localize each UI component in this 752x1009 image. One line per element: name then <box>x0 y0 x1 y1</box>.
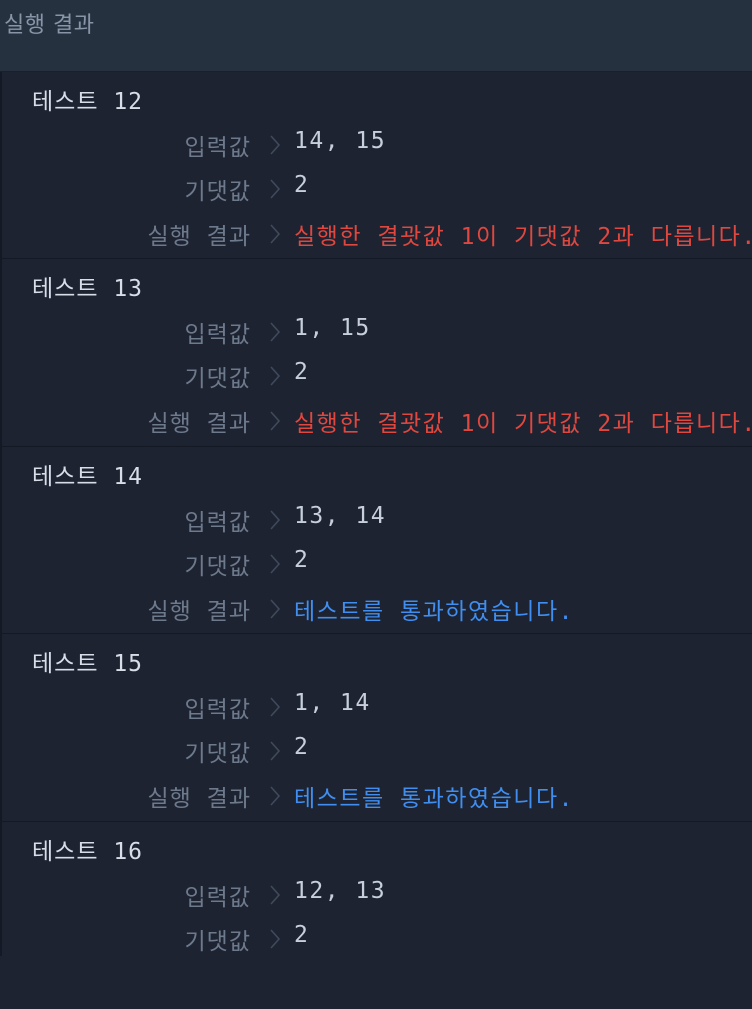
expected-value: 2 <box>294 546 310 573</box>
result-message: 실행한 결괏값 1이 기댓값 2과 다릅니다. <box>294 224 752 250</box>
test-case: 테스트 14 입력값 13, 14 기댓값 2 실행 결과 테스트를 통과하였습… <box>2 447 752 635</box>
result-label: 실행 결과 <box>147 224 251 250</box>
expected-row: 기댓값 2 <box>2 734 752 768</box>
result-row: 실행 결과 테스트를 통과하였습니다. <box>2 592 752 626</box>
chevron-right-icon <box>264 595 286 623</box>
expected-label: 기댓값 <box>184 179 251 205</box>
test-title: 테스트 14 <box>32 463 144 490</box>
chevron-right-icon <box>264 506 286 534</box>
input-row: 입력값 14, 15 <box>2 128 752 162</box>
test-title: 테스트 16 <box>32 838 144 865</box>
result-row: 실행 결과 실행한 결괏값 1이 기댓값 2과 다릅니다. <box>2 217 752 251</box>
result-label: 실행 결과 <box>147 598 251 625</box>
expected-label: 기댓값 <box>184 553 251 580</box>
expected-row: 기댓값 2 <box>2 922 752 956</box>
chevron-right-icon <box>264 693 286 721</box>
input-label: 입력값 <box>184 322 251 349</box>
input-label: 입력값 <box>184 509 251 536</box>
test-results-list[interactable]: 테스트 12 입력값 14, 15 기댓값 2 실행 결과 실행한 결괏값 1이… <box>0 72 752 956</box>
expected-value: 2 <box>294 359 310 386</box>
input-row: 입력값 1, 14 <box>2 690 752 724</box>
input-value: 1, 14 <box>294 690 371 717</box>
chevron-right-icon <box>264 550 286 578</box>
expected-label: 기댓값 <box>184 741 251 768</box>
expected-label: 기댓값 <box>184 928 251 955</box>
result-message: 테스트를 통과하였습니다. <box>294 786 574 813</box>
chevron-right-icon <box>264 362 286 390</box>
expected-value: 2 <box>294 921 310 948</box>
input-value: 14, 15 <box>294 128 387 154</box>
expected-value: 2 <box>294 734 310 761</box>
input-value: 1, 15 <box>294 315 371 342</box>
input-row: 입력값 12, 13 <box>2 878 752 912</box>
chevron-right-icon <box>264 407 286 435</box>
result-row: 실행 결과 실행한 결괏값 1이 기댓값 2과 다릅니다. <box>2 404 752 438</box>
input-row: 입력값 13, 14 <box>2 503 752 537</box>
result-label: 실행 결과 <box>147 411 251 438</box>
expected-row: 기댓값 2 <box>2 547 752 581</box>
panel-title: 실행 결과 <box>4 13 95 38</box>
test-case: 테스트 15 입력값 1, 14 기댓값 2 실행 결과 테스트를 통과하였습니… <box>2 634 752 822</box>
input-value: 13, 14 <box>294 502 387 529</box>
expected-row: 기댓값 2 <box>2 172 752 206</box>
expected-label: 기댓값 <box>184 366 251 393</box>
chevron-right-icon <box>264 737 286 765</box>
input-row: 입력값 1, 15 <box>2 315 752 349</box>
test-title: 테스트 12 <box>32 89 144 115</box>
test-title: 테스트 15 <box>32 651 144 678</box>
expected-row: 기댓값 2 <box>2 359 752 393</box>
test-title: 테스트 13 <box>32 276 144 303</box>
input-label: 입력값 <box>184 135 251 161</box>
chevron-right-icon <box>264 318 286 346</box>
chevron-right-icon <box>264 220 286 248</box>
chevron-right-icon <box>264 881 286 909</box>
chevron-right-icon <box>264 925 286 953</box>
result-label: 실행 결과 <box>147 786 251 813</box>
input-label: 입력값 <box>184 697 251 724</box>
results-panel-header: 실행 결과 <box>0 0 752 72</box>
test-case: 테스트 13 입력값 1, 15 기댓값 2 실행 결과 실행한 결괏값 1이 … <box>2 259 752 447</box>
chevron-right-icon <box>264 782 286 810</box>
chevron-right-icon <box>264 131 286 159</box>
test-case: 테스트 12 입력값 14, 15 기댓값 2 실행 결과 실행한 결괏값 1이… <box>2 72 752 260</box>
test-case: 테스트 16 입력값 12, 13 기댓값 2 <box>2 822 752 1009</box>
input-label: 입력값 <box>184 884 251 911</box>
result-message: 테스트를 통과하였습니다. <box>294 598 574 625</box>
input-value: 12, 13 <box>294 877 387 904</box>
result-row: 실행 결과 테스트를 통과하였습니다. <box>2 779 752 813</box>
result-message: 실행한 결괏값 1이 기댓값 2과 다릅니다. <box>294 411 752 438</box>
chevron-right-icon <box>264 175 286 203</box>
expected-value: 2 <box>294 172 310 198</box>
